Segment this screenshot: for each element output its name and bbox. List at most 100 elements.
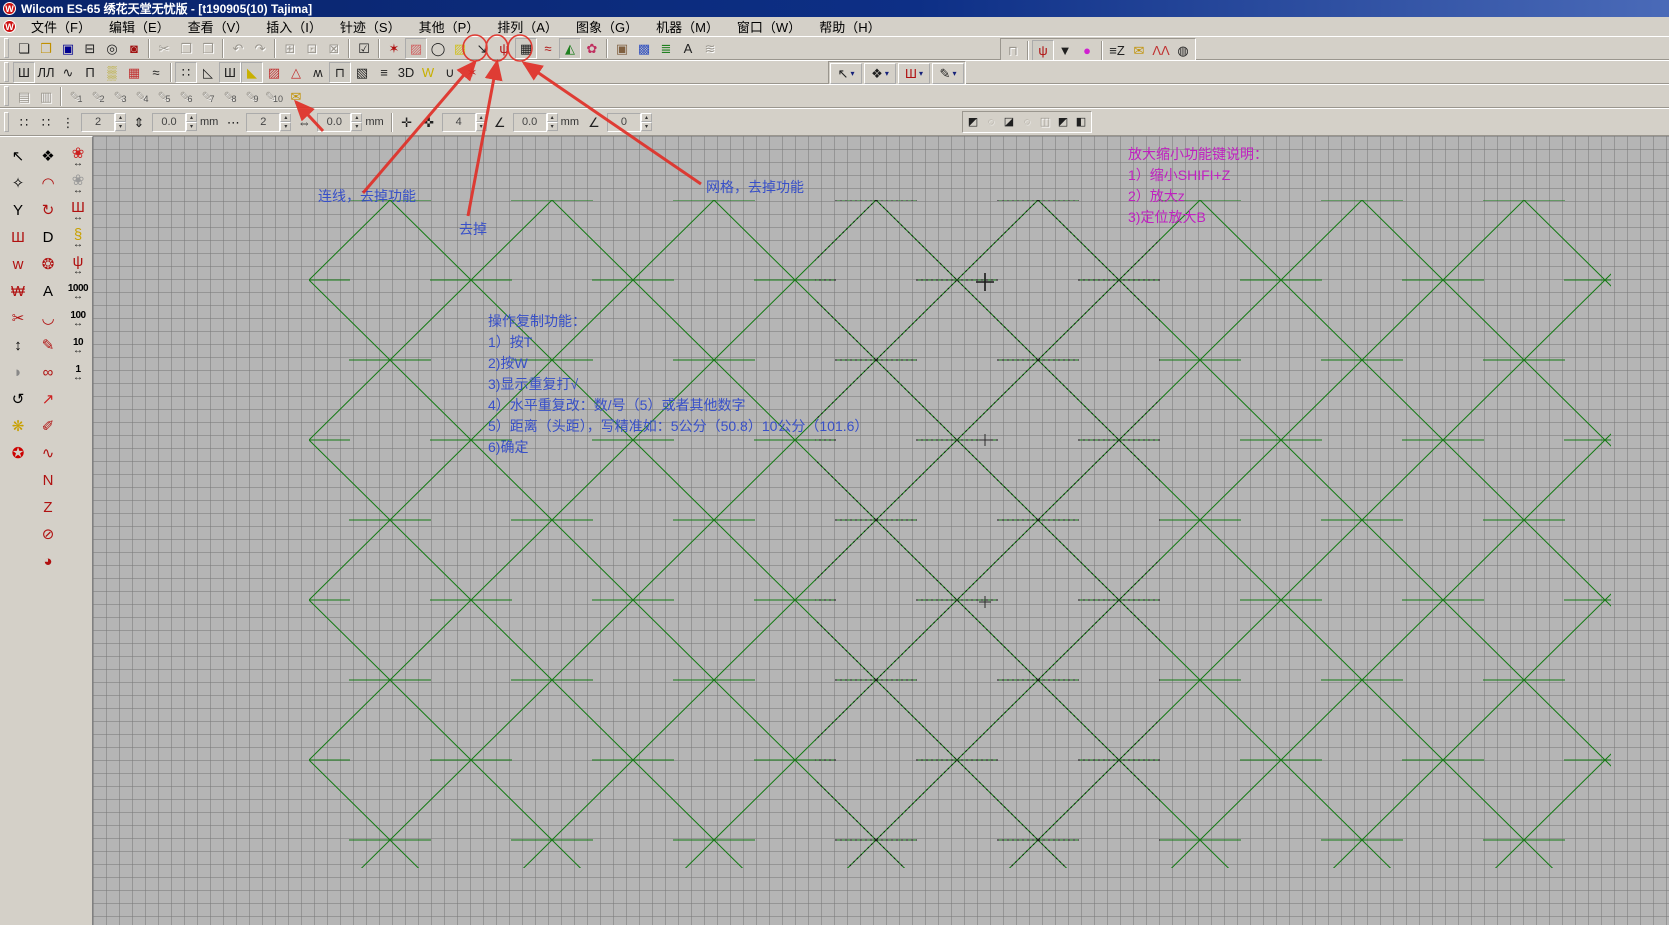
needle-up[interactable]: ▼	[1054, 40, 1076, 61]
row-count-value[interactable]: 2	[246, 113, 280, 132]
run-line-tool[interactable]: ✎	[34, 333, 62, 358]
pattern-ball-tool[interactable]: ❂	[34, 252, 62, 277]
satin-fill[interactable]: Ш	[13, 62, 35, 83]
node-corner[interactable]: ◩	[964, 113, 982, 131]
pattern-fill[interactable]: ▒	[101, 62, 123, 83]
spin-down[interactable]: ▾	[641, 122, 652, 131]
open-file[interactable]: ❒	[35, 38, 57, 59]
design-canvas[interactable]	[93, 136, 1669, 925]
stitch-view[interactable]: ≈	[537, 38, 559, 59]
soft-fill[interactable]: ▨	[449, 38, 471, 59]
bracket-fill[interactable]: ⊓	[329, 62, 351, 83]
thread-color-tool[interactable]: ❋	[4, 414, 32, 439]
motif-fill[interactable]: ∷	[175, 62, 197, 83]
change-color[interactable]: ✉	[285, 86, 307, 107]
needle-down[interactable]: ψ	[1032, 40, 1054, 61]
cross-fill[interactable]: ▨	[263, 62, 285, 83]
toolbar-handle[interactable]	[4, 86, 9, 106]
length-angle-button[interactable]: ∠	[489, 112, 511, 133]
row-spacing-button[interactable]: ⇔	[293, 112, 315, 133]
angle-value[interactable]: 0	[607, 113, 641, 132]
stitch-w-tool[interactable]: w	[4, 252, 32, 277]
n-stitch-tool[interactable]: N	[34, 468, 62, 493]
swirl-fill[interactable]: ✶	[461, 62, 483, 83]
hatch-fill[interactable]: ▨	[405, 38, 427, 59]
spin-down[interactable]: ▾	[280, 122, 291, 131]
repeat-count-spinner[interactable]: 4▴▾	[442, 113, 487, 132]
lettering-tool[interactable]: A	[34, 279, 62, 304]
sewing-machine[interactable]: ◙	[123, 38, 145, 59]
circle-copy-tool[interactable]: ↻	[34, 198, 62, 223]
new-file[interactable]: ❏	[13, 38, 35, 59]
menu-image[interactable]: 图象（G）	[567, 16, 647, 37]
arch-nodes-tool[interactable]: ◡	[34, 306, 62, 331]
print-preview[interactable]: ◎	[101, 38, 123, 59]
fan-fill[interactable]: ◺	[197, 62, 219, 83]
letter-table[interactable]: A	[677, 38, 699, 59]
angle-spinner[interactable]: 0▴▾	[607, 113, 652, 132]
col-spacing-button[interactable]: ⇕	[128, 112, 150, 133]
node-join[interactable]: ◩	[1054, 113, 1072, 131]
insert-stitch-tool[interactable]: ↕	[4, 333, 32, 358]
shell-stitch-tool[interactable]: ◕	[34, 549, 62, 574]
dots-vertical-button[interactable]: ⋮	[57, 112, 79, 133]
menu-view[interactable]: 查看（V）	[179, 16, 258, 37]
menu-edit[interactable]: 编辑（E）	[100, 16, 179, 37]
cut-stitch-tool[interactable]: ✂	[4, 306, 32, 331]
applique[interactable]: △	[285, 62, 307, 83]
pen-split[interactable]: ✎▾	[932, 63, 964, 84]
row-count-spinner[interactable]: 2▴▾	[246, 113, 291, 132]
stop-hand-tool[interactable]: ✪	[4, 441, 32, 466]
scale-10[interactable]: 10↔	[64, 333, 92, 358]
recalc-z[interactable]: ≡Z	[1106, 40, 1128, 61]
grid-ref-a-button[interactable]: ∷	[13, 112, 35, 133]
node-flip[interactable]: ◧	[1072, 113, 1090, 131]
wave-fill[interactable]: ≈	[145, 62, 167, 83]
satin-width-tool[interactable]: Ш↔	[64, 198, 92, 223]
polygon-select-tool[interactable]: ✧	[4, 171, 32, 196]
grid-fill[interactable]: ▦	[123, 62, 145, 83]
col-length-spinner[interactable]: 0.0▴▾	[152, 113, 197, 132]
spin-down[interactable]: ▾	[351, 122, 362, 131]
angle-button[interactable]: ∠	[583, 112, 605, 133]
dots-horizontal-button[interactable]: ⋯	[222, 112, 244, 133]
offset-length-value[interactable]: 0.0	[513, 113, 547, 132]
col-count-value[interactable]: 2	[81, 113, 115, 132]
color-film[interactable]: ≣	[655, 38, 677, 59]
menu-window[interactable]: 窗口（W）	[728, 16, 810, 37]
menu-stitch[interactable]: 针迹（S）	[331, 16, 410, 37]
thread-chart[interactable]: ▩	[633, 38, 655, 59]
scale-100[interactable]: 100↔	[64, 306, 92, 331]
menu-insert[interactable]: 插入（I）	[257, 16, 331, 37]
hoop-display[interactable]: ◍	[1172, 40, 1194, 61]
line-fill[interactable]: ≡	[373, 62, 395, 83]
menu-machine[interactable]: 机器（M）	[647, 16, 728, 37]
grid-toggle[interactable]: ▦	[515, 38, 537, 59]
manual-stitch[interactable]: ʍ	[307, 62, 329, 83]
spin-up[interactable]: ▴	[476, 113, 487, 122]
no-stitch-tool[interactable]: ⊘	[34, 522, 62, 547]
needle-point[interactable]: ψ	[493, 38, 515, 59]
send-design[interactable]: ✉	[1128, 40, 1150, 61]
spin-up[interactable]: ▴	[186, 113, 197, 122]
spin-down[interactable]: ▾	[547, 122, 558, 131]
scale-1[interactable]: 1↔	[64, 360, 92, 385]
print[interactable]: ⊟	[79, 38, 101, 59]
bead-run-tool[interactable]: ∞	[34, 360, 62, 385]
flower-image[interactable]: ✿	[581, 38, 603, 59]
select-tool[interactable]: ↖	[4, 144, 32, 169]
arch-tool[interactable]: ◠	[34, 171, 62, 196]
tatami-fill[interactable]: П	[79, 62, 101, 83]
pattern-stamp[interactable]: ▧	[351, 62, 373, 83]
arrow-run-tool[interactable]: ↗	[34, 387, 62, 412]
spin-down[interactable]: ▾	[186, 122, 197, 131]
offset-length-spinner[interactable]: 0.0▴▾	[513, 113, 558, 132]
select-split[interactable]: ↖▾	[830, 63, 862, 84]
row-length-value[interactable]: 0.0	[317, 113, 351, 132]
needle-width-tool[interactable]: ψ↔	[64, 252, 92, 277]
object-properties[interactable]: ☑	[353, 38, 375, 59]
rotate-tool[interactable]: ↺	[4, 387, 32, 412]
stitch-edit-tool[interactable]: Ш	[4, 225, 32, 250]
e-run-stitch[interactable]: ЛЛ	[35, 62, 57, 83]
insert-image[interactable]: ▣	[611, 38, 633, 59]
